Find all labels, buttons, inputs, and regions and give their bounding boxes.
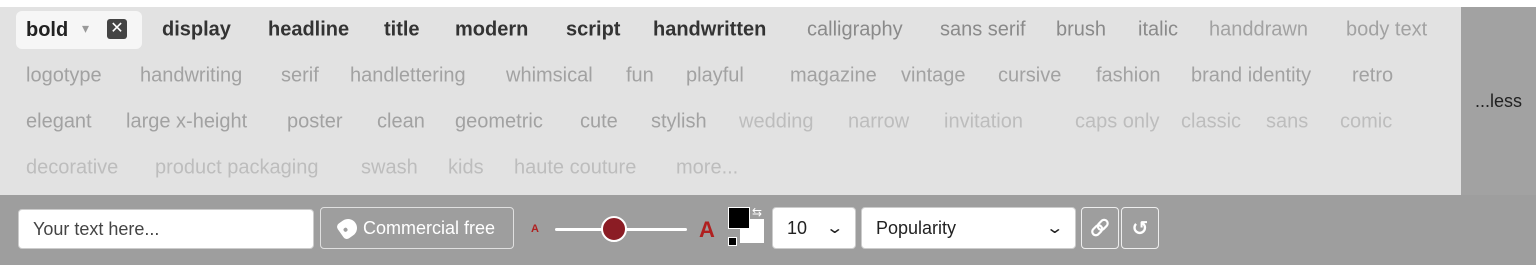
tag-brand-identity[interactable]: brand identity: [1191, 65, 1311, 88]
tag-fashion[interactable]: fashion: [1096, 65, 1161, 88]
tag-poster[interactable]: poster: [287, 111, 343, 134]
chevron-down-icon[interactable]: ▾: [82, 20, 89, 37]
reset-colors-icon[interactable]: [728, 237, 737, 246]
tag-classic[interactable]: classic: [1181, 111, 1241, 134]
color-picker[interactable]: ⇆: [728, 205, 768, 249]
active-tag-label: bold: [26, 19, 69, 41]
tag-cloud: bold ▾ ✕ display headline title modern scrip…: [0, 7, 1461, 195]
tag-playful[interactable]: playful: [686, 65, 744, 88]
chevron-down-icon: ⌄: [1044, 220, 1064, 237]
sort-value: Popularity: [876, 217, 957, 238]
tag-magazine[interactable]: magazine: [790, 65, 877, 88]
tag-calligraphy[interactable]: calligraphy: [807, 19, 903, 42]
tag-stylish[interactable]: stylish: [651, 111, 707, 134]
tag-row-2: logotype handwriting serif handlettering whi…: [0, 53, 1461, 99]
tag-caps-only[interactable]: caps only: [1075, 111, 1160, 134]
tag-handwriting[interactable]: handwriting: [140, 65, 242, 88]
share-link-button[interactable]: 🔗: [1081, 207, 1119, 249]
tag-brush[interactable]: brush: [1056, 19, 1106, 42]
show-less-label: ...less: [1474, 90, 1522, 111]
link-icon: 🔗: [1090, 220, 1110, 237]
tag-body-text[interactable]: body text: [1346, 19, 1427, 42]
tag-serif[interactable]: serif: [281, 65, 319, 88]
tag-narrow[interactable]: narrow: [848, 111, 909, 134]
tag-row-4: decorative product packaging swash kids haut…: [0, 145, 1461, 191]
tag-title[interactable]: title: [384, 19, 420, 42]
tag-handwritten[interactable]: handwritten: [653, 19, 766, 42]
tag-geometric[interactable]: geometric: [455, 111, 543, 134]
swap-colors-icon[interactable]: ⇆: [752, 205, 762, 219]
tag-italic[interactable]: italic: [1138, 19, 1178, 42]
tag-cute[interactable]: cute: [580, 111, 618, 134]
tag-icon: [335, 215, 361, 241]
tag-haute-couture[interactable]: haute couture: [514, 157, 636, 180]
tag-decorative[interactable]: decorative: [26, 157, 118, 180]
sort-select[interactable]: Popularity ⌄: [861, 207, 1076, 249]
small-size-icon: A: [531, 223, 539, 235]
tag-logotype[interactable]: logotype: [26, 65, 102, 88]
foreground-color-swatch[interactable]: [728, 207, 750, 229]
size-slider-handle[interactable]: [601, 216, 628, 242]
tag-retro[interactable]: retro: [1352, 65, 1393, 88]
close-icon[interactable]: ✕: [107, 19, 127, 39]
tag-display[interactable]: display: [162, 19, 231, 42]
show-less-button[interactable]: ...less: [1461, 7, 1536, 195]
tag-more-[interactable]: more...: [676, 157, 738, 180]
tag-script[interactable]: script: [566, 19, 620, 42]
tag-invitation[interactable]: invitation: [944, 111, 1023, 134]
tag-swash[interactable]: swash: [361, 157, 418, 180]
tag-elegant[interactable]: elegant: [26, 111, 92, 134]
tag-cursive[interactable]: cursive: [998, 65, 1061, 88]
tag-row-1: bold ▾ ✕ display headline title modern scrip…: [0, 7, 1461, 53]
reset-button[interactable]: ↺: [1121, 207, 1159, 249]
toolbar: Commercial free A A ⇆ 10 ⌄ Popularity ⌄ …: [0, 195, 1536, 265]
tag-sans[interactable]: sans: [1266, 111, 1308, 134]
tag-product-packaging[interactable]: product packaging: [155, 157, 318, 180]
reset-icon: ↺: [1131, 217, 1149, 240]
large-size-icon: A: [699, 217, 715, 242]
commercial-free-label: Commercial free: [362, 217, 496, 238]
results-count-value: 10: [787, 217, 808, 238]
tag-wedding[interactable]: wedding: [739, 111, 814, 134]
tag-fun[interactable]: fun: [626, 65, 654, 88]
tag-kids[interactable]: kids: [448, 157, 484, 180]
tag-comic[interactable]: comic: [1340, 111, 1392, 134]
active-tag-chip[interactable]: bold ▾ ✕: [16, 11, 142, 49]
tag-clean[interactable]: clean: [377, 111, 425, 134]
tag-large-x-height[interactable]: large x-height: [126, 111, 247, 134]
tag-row-3: elegant large x-height poster clean geometri…: [0, 99, 1461, 145]
tag-headline[interactable]: headline: [268, 19, 349, 42]
tag-handdrawn[interactable]: handdrawn: [1209, 19, 1308, 42]
chevron-down-icon: ⌄: [824, 220, 844, 237]
tag-modern[interactable]: modern: [455, 19, 528, 42]
tag-handlettering[interactable]: handlettering: [350, 65, 466, 88]
tag-vintage[interactable]: vintage: [901, 65, 966, 88]
results-count-select[interactable]: 10 ⌄: [772, 207, 856, 249]
commercial-free-button[interactable]: Commercial free: [320, 207, 514, 249]
tag-sans-serif[interactable]: sans serif: [940, 19, 1026, 42]
preview-text-input[interactable]: [18, 209, 314, 249]
tag-whimsical[interactable]: whimsical: [506, 65, 593, 88]
